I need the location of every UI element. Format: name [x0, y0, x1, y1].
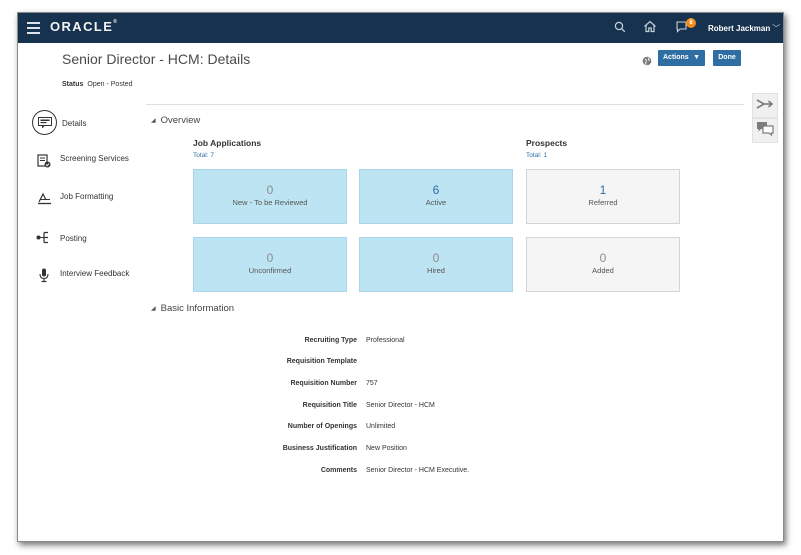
chevron-down-icon: ﹀	[772, 24, 781, 33]
details-icon	[32, 110, 57, 135]
tile-count: 0	[266, 251, 274, 265]
posting-icon	[36, 231, 51, 249]
nav-label-posting: Posting	[60, 234, 87, 243]
status-label: Status	[62, 81, 84, 88]
tile-added[interactable]: 0 Added	[526, 237, 680, 292]
collapse-triangle-icon: ◢	[151, 118, 156, 124]
field-label: Requisition Number	[290, 380, 357, 387]
field-business-justification: Business Justification New Position	[18, 445, 518, 455]
tile-count: 6	[432, 183, 440, 197]
nav-label-interview-feedback: Interview Feedback	[60, 269, 130, 278]
nav-label-details: Details	[62, 119, 87, 128]
global-header: ORACLE® 6 Robert Jackman ﹀	[18, 13, 783, 43]
field-value: New Position	[366, 445, 407, 452]
tile-count: 0	[432, 251, 440, 265]
field-number-of-openings: Number of Openings Unlimited	[18, 423, 518, 433]
field-value: Unlimited	[366, 423, 396, 430]
tile-new-to-be-reviewed[interactable]: 0 New - To be Reviewed	[193, 169, 347, 224]
right-rail	[752, 93, 778, 143]
nav-item-interview-feedback[interactable]: Interview Feedback	[32, 268, 132, 290]
tile-label: Active	[425, 198, 447, 207]
interview-feedback-icon	[39, 268, 49, 288]
field-value: Senior Director - HCM Executive.	[366, 467, 470, 474]
field-recruiting-type: Recruiting Type Professional	[18, 337, 518, 347]
tile-referred[interactable]: 1 Referred	[526, 169, 680, 224]
actions-button[interactable]: Actions ▼	[658, 50, 705, 66]
connections-button[interactable]	[752, 93, 778, 118]
prospects-title: Prospects	[526, 138, 568, 148]
nav-item-posting[interactable]: Posting	[32, 231, 132, 245]
collapse-triangle-icon: ◢	[151, 306, 156, 312]
caret-down-icon: ▼	[693, 54, 700, 61]
tile-label: Hired	[427, 266, 445, 275]
field-label: Requisition Title	[302, 402, 357, 409]
user-name: Robert Jackman	[708, 24, 771, 33]
nav-label-job-formatting: Job Formatting	[60, 192, 114, 201]
search-icon[interactable]	[614, 20, 626, 38]
field-label: Business Justification	[282, 445, 357, 452]
field-value: Senior Director - HCM	[366, 402, 435, 409]
menu-icon[interactable]	[27, 22, 40, 34]
field-value: 757	[366, 380, 378, 387]
user-menu[interactable]: Robert Jackman ﹀	[708, 23, 780, 34]
field-label: Number of Openings	[287, 423, 357, 430]
job-applications-total-link[interactable]: Total: 7	[193, 152, 214, 159]
field-comments: Comments Senior Director - HCM Executive…	[18, 467, 518, 477]
tile-label: New - To be Reviewed	[232, 198, 308, 207]
basic-information-toggle[interactable]: ◢ Basic Information	[151, 303, 234, 314]
field-requisition-title: Requisition Title Senior Director - HCM	[18, 402, 518, 412]
actions-label: Actions	[663, 54, 689, 61]
nav-label-screening-services: Screening Services	[60, 154, 129, 163]
nav-item-details[interactable]: Details	[32, 110, 132, 136]
job-formatting-icon	[37, 192, 52, 210]
conversations-button[interactable]	[752, 118, 778, 143]
screening-icon	[37, 154, 51, 173]
tile-count: 0	[599, 251, 607, 265]
tile-label: Referred	[588, 198, 618, 207]
notification-badge: 6	[686, 18, 696, 28]
status-value: Open - Posted	[87, 81, 133, 88]
tile-count: 1	[599, 183, 607, 197]
merge-arrow-icon	[756, 97, 774, 115]
app-window: ORACLE® 6 Robert Jackman ﹀ Senior Directo…	[17, 12, 784, 542]
overview-heading: Overview	[160, 115, 201, 126]
oracle-logo: ORACLE®	[50, 19, 117, 34]
divider	[146, 104, 744, 105]
tile-count: 0	[266, 183, 274, 197]
tile-label: Added	[592, 266, 614, 275]
field-requisition-number: Requisition Number 757	[18, 380, 518, 390]
tile-active[interactable]: 6 Active	[359, 169, 513, 224]
tile-unconfirmed[interactable]: 0 Unconfirmed	[193, 237, 347, 292]
field-label: Requisition Template	[286, 358, 357, 365]
status-line: Status Open - Posted	[62, 81, 133, 88]
job-applications-title: Job Applications	[193, 138, 262, 148]
home-icon[interactable]	[643, 20, 657, 38]
nav-item-job-formatting[interactable]: Job Formatting	[32, 192, 132, 214]
overview-toggle[interactable]: ◢ Overview	[151, 115, 200, 126]
basic-information-heading: Basic Information	[160, 303, 235, 314]
tile-hired[interactable]: 0 Hired	[359, 237, 513, 292]
field-value: Professional	[366, 337, 405, 344]
page-title: Senior Director - HCM: Details	[62, 51, 251, 67]
globe-icon[interactable]	[642, 53, 652, 71]
field-requisition-template: Requisition Template	[18, 358, 518, 368]
nav-item-screening-services[interactable]: Screening Services	[32, 154, 132, 176]
chat-bubbles-icon	[756, 121, 774, 141]
tile-label: Unconfirmed	[248, 266, 292, 275]
prospects-total-link[interactable]: Total: 1	[526, 152, 547, 159]
field-label: Comments	[320, 467, 357, 474]
field-label: Recruiting Type	[304, 337, 357, 344]
done-button[interactable]: Done	[713, 50, 741, 66]
